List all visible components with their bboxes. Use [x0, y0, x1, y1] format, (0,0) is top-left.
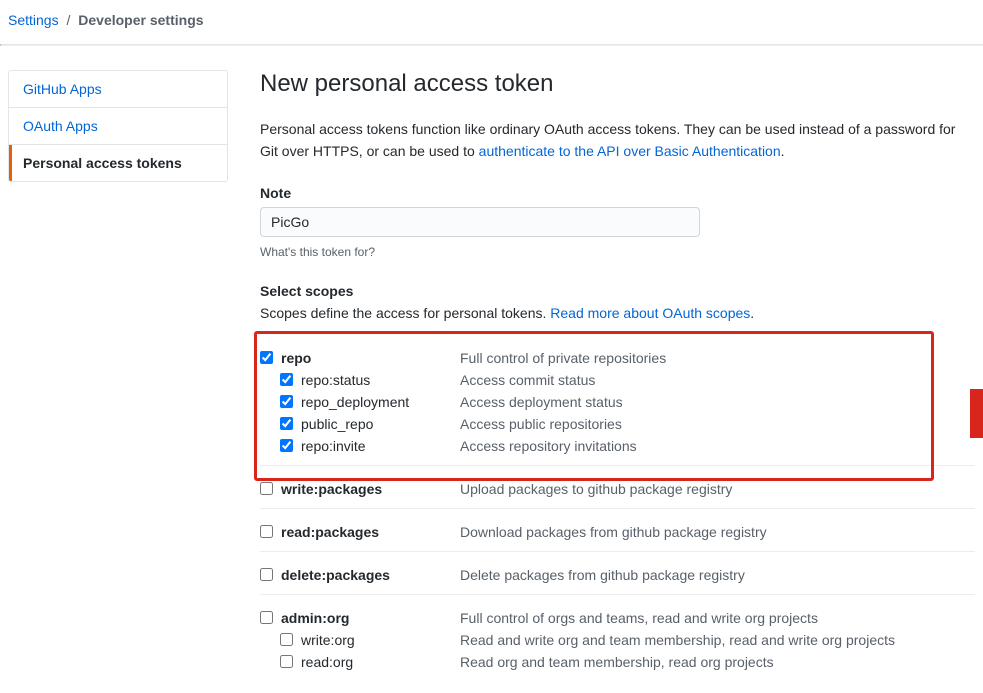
scope-name: admin:org — [281, 610, 349, 626]
scope-name: public_repo — [301, 416, 373, 432]
scope-checkbox-delete-packages[interactable] — [260, 568, 273, 581]
sidebar: GitHub Apps OAuth Apps Personal access t… — [8, 70, 228, 681]
breadcrumb-current: Developer settings — [78, 12, 203, 28]
scope-checkbox-read-org[interactable] — [280, 655, 293, 668]
scope-desc: Access commit status — [460, 372, 975, 388]
scope-row-write-org: write:org Read and write org and team mem… — [260, 629, 975, 651]
breadcrumb-settings[interactable]: Settings — [8, 12, 59, 28]
scope-desc: Access public repositories — [460, 416, 975, 432]
scope-row-write-packages: write:packages Upload packages to github … — [260, 478, 975, 500]
scope-checkbox-repo-status[interactable] — [280, 373, 293, 386]
scope-label[interactable]: repo — [260, 350, 460, 366]
scopes-desc-post: . — [750, 305, 754, 321]
scope-name: delete:packages — [281, 567, 390, 583]
scope-row-repo: repo Full control of private repositories — [260, 347, 975, 369]
scope-row-repo-invite: repo:invite Access repository invitations — [260, 435, 975, 457]
scope-group-delete-packages: delete:packages Delete packages from gith… — [260, 551, 975, 594]
scope-label[interactable]: admin:org — [260, 610, 460, 626]
intro-post: . — [781, 143, 785, 159]
breadcrumb: Settings / Developer settings — [0, 0, 983, 44]
scope-label[interactable]: write:packages — [260, 481, 460, 497]
scopes-label: Select scopes — [260, 283, 975, 299]
scopes-desc-pre: Scopes define the access for personal to… — [260, 305, 550, 321]
scope-checkbox-public-repo[interactable] — [280, 417, 293, 430]
scope-row-admin-org: admin:org Full control of orgs and teams,… — [260, 607, 975, 629]
scope-desc: Full control of private repositories — [460, 350, 975, 366]
scope-label[interactable]: repo:invite — [280, 438, 460, 454]
scope-row-delete-packages: delete:packages Delete packages from gith… — [260, 564, 975, 586]
scope-desc: Download packages from github package re… — [460, 524, 975, 540]
scope-label[interactable]: repo:status — [280, 372, 460, 388]
auth-api-link[interactable]: authenticate to the API over Basic Authe… — [479, 143, 781, 159]
scope-desc: Delete packages from github package regi… — [460, 567, 975, 583]
page-title: New personal access token — [260, 70, 975, 98]
scope-checkbox-admin-org[interactable] — [260, 611, 273, 624]
sidebar-item-github-apps[interactable]: GitHub Apps — [9, 71, 227, 108]
scope-name: write:packages — [281, 481, 382, 497]
scope-name: repo:invite — [301, 438, 366, 454]
scope-row-read-org: read:org Read org and team membership, re… — [260, 651, 975, 673]
scopes-desc: Scopes define the access for personal to… — [260, 305, 975, 321]
scope-group-admin-org: admin:org Full control of orgs and teams,… — [260, 594, 975, 681]
scope-checkbox-repo-invite[interactable] — [280, 439, 293, 452]
breadcrumb-separator: / — [66, 12, 70, 28]
scope-row-read-packages: read:packages Download packages from gith… — [260, 521, 975, 543]
scope-label[interactable]: public_repo — [280, 416, 460, 432]
scope-checkbox-read-packages[interactable] — [260, 525, 273, 538]
scope-name: write:org — [301, 632, 355, 648]
main-content: New personal access token Personal acces… — [260, 70, 975, 681]
scope-name: repo:status — [301, 372, 370, 388]
note-input[interactable] — [260, 207, 700, 237]
scope-name: read:org — [301, 654, 353, 670]
scope-label[interactable]: read:packages — [260, 524, 460, 540]
scope-checkbox-write-packages[interactable] — [260, 482, 273, 495]
scope-row-repo-deployment: repo_deployment Access deployment status — [260, 391, 975, 413]
scope-desc: Full control of orgs and teams, read and… — [460, 610, 975, 626]
sidebar-item-personal-tokens[interactable]: Personal access tokens — [9, 145, 227, 181]
sidebar-nav: GitHub Apps OAuth Apps Personal access t… — [8, 70, 228, 182]
scope-checkbox-repo[interactable] — [260, 351, 273, 364]
scope-label[interactable]: read:org — [280, 654, 460, 670]
note-hint: What's this token for? — [260, 245, 975, 259]
scope-desc: Upload packages to github package regist… — [460, 481, 975, 497]
oauth-scopes-link[interactable]: Read more about OAuth scopes — [550, 305, 750, 321]
scope-group-repo: 仅需要这些权限repoFull control of private repos… — [260, 335, 975, 465]
scope-name: repo_deployment — [301, 394, 409, 410]
scope-group-write-packages: write:packages Upload packages to github … — [260, 465, 975, 508]
scopes-list: 仅需要这些权限repoFull control of private repos… — [260, 335, 975, 681]
note-label: Note — [260, 185, 975, 201]
intro-text: Personal access tokens function like ord… — [260, 118, 975, 163]
scope-checkbox-repo-deployment[interactable] — [280, 395, 293, 408]
scope-name: repo — [281, 350, 311, 366]
scope-label[interactable]: repo_deployment — [280, 394, 460, 410]
scope-desc: Access deployment status — [460, 394, 975, 410]
scope-row-repo-status: repo:status Access commit status — [260, 369, 975, 391]
scope-label[interactable]: delete:packages — [260, 567, 460, 583]
scope-row-public-repo: public_repo Access public repositories — [260, 413, 975, 435]
scope-label[interactable]: write:org — [280, 632, 460, 648]
sidebar-item-oauth-apps[interactable]: OAuth Apps — [9, 108, 227, 145]
scope-desc: Read and write org and team membership, … — [460, 632, 975, 648]
scope-group-read-packages: read:packages Download packages from gith… — [260, 508, 975, 551]
scope-desc: Access repository invitations — [460, 438, 975, 454]
scope-desc: Read org and team membership, read org p… — [460, 654, 975, 670]
annotation-callout: 仅需要这些权限 — [970, 389, 983, 438]
scope-checkbox-write-org[interactable] — [280, 633, 293, 646]
scope-name: read:packages — [281, 524, 379, 540]
